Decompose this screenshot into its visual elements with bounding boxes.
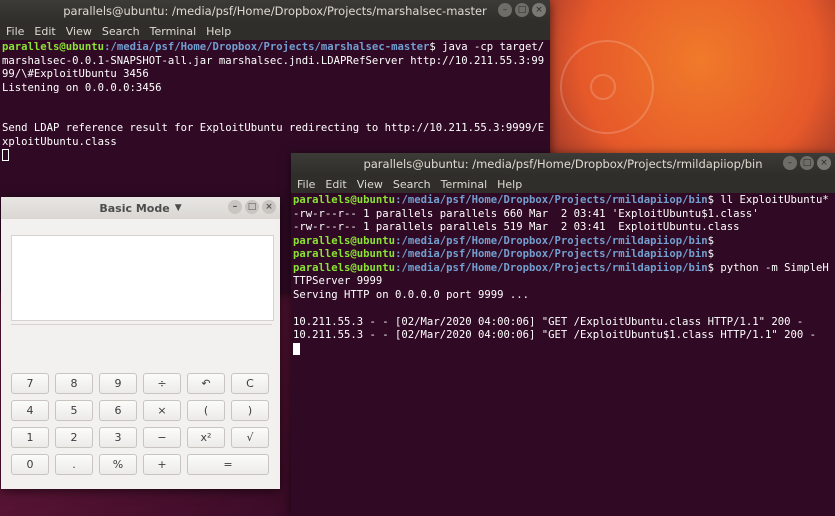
prompt-path: :/media/psf/Home/Dropbox/Projects/rmilda… [395, 234, 708, 247]
key-multiply[interactable]: × [143, 400, 181, 421]
menu-edit[interactable]: Edit [34, 25, 55, 38]
prompt-user: parallels@ubuntu [293, 248, 396, 260]
calculator-titlebar[interactable]: Basic Mode ▼ – □ × [1, 197, 280, 219]
terminal-cursor-line [293, 342, 833, 357]
terminal-blank: ​ [2, 109, 548, 123]
prompt-user: parallels@ubuntu [2, 41, 105, 53]
key-0[interactable]: 0 [11, 454, 49, 475]
prompt-user: parallels@ubuntu [293, 194, 396, 206]
terminal-window-rmildapiiop[interactable]: parallels@ubuntu: /media/psf/Home/Dropbo… [291, 153, 835, 516]
menu-view[interactable]: View [357, 178, 383, 191]
minimize-icon[interactable]: – [783, 156, 797, 170]
terminal-line: parallels@ubuntu:/media/psf/Home/Dropbox… [293, 235, 833, 249]
menu-file[interactable]: File [6, 25, 24, 38]
prompt-path: :/media/psf/Home/Dropbox/Projects/rmilda… [395, 194, 708, 206]
prompt-path: :/media/psf/Home/Dropbox/Projects/marsha… [104, 41, 430, 53]
key-percent[interactable]: % [99, 454, 137, 475]
minimize-icon[interactable]: – [228, 200, 242, 214]
chevron-down-icon[interactable]: ▼ [175, 203, 182, 213]
key-divide[interactable]: ÷ [143, 373, 181, 394]
terminal-titlebar[interactable]: parallels@ubuntu: /media/psf/Home/Dropbo… [0, 0, 550, 22]
terminal-blank: ​ [293, 302, 833, 316]
key-7[interactable]: 7 [11, 373, 49, 394]
maximize-icon[interactable]: □ [515, 3, 529, 17]
menu-help[interactable]: Help [497, 178, 522, 191]
menu-help[interactable]: Help [206, 25, 231, 38]
text-cursor [293, 342, 300, 355]
prompt-user: parallels@ubuntu [293, 234, 396, 247]
key-add[interactable]: + [143, 454, 181, 475]
key-9[interactable]: 9 [99, 373, 137, 394]
key-6[interactable]: 6 [99, 400, 137, 421]
terminal-line: parallels@ubuntu:/media/psf/Home/Dropbox… [2, 41, 548, 82]
menu-search[interactable]: Search [393, 178, 431, 191]
calculator-keypad: 7 8 9 ÷ ↶ C 4 5 6 × ( ) 1 2 3 − x² √ 0 .… [11, 373, 273, 481]
terminal-titlebar[interactable]: parallels@ubuntu: /media/psf/Home/Dropbo… [291, 153, 835, 175]
terminal-output[interactable]: parallels@ubuntu:/media/psf/Home/Dropbox… [291, 193, 835, 357]
menu-file[interactable]: File [297, 178, 315, 191]
menu-terminal[interactable]: Terminal [441, 178, 488, 191]
command-text: $ [707, 234, 714, 247]
menu-search[interactable]: Search [102, 25, 140, 38]
divider [11, 324, 272, 325]
key-8[interactable]: 8 [55, 373, 93, 394]
calculator-display[interactable] [11, 235, 274, 321]
command-text: $ [707, 248, 714, 260]
command-text: $ ll ExploitUbuntu* [707, 194, 829, 206]
terminal-line: parallels@ubuntu:/media/psf/Home/Dropbox… [293, 194, 833, 208]
maximize-icon[interactable]: □ [245, 200, 259, 214]
prompt-path: :/media/psf/Home/Dropbox/Projects/rmilda… [395, 248, 708, 260]
ubuntu-logo-dot [590, 74, 616, 100]
key-undo[interactable]: ↶ [187, 373, 225, 394]
key-2[interactable]: 2 [55, 427, 93, 448]
terminal-line: 10.211.55.3 - - [02/Mar/2020 04:00:06] "… [293, 315, 804, 328]
text-cursor [2, 149, 9, 161]
window-title: parallels@ubuntu: /media/psf/Home/Dropbo… [363, 157, 763, 171]
terminal-line: Serving HTTP on 0.0.0.0 port 9999 ... [293, 288, 529, 301]
key-sqrt[interactable]: √ [231, 427, 269, 448]
menu-edit[interactable]: Edit [325, 178, 346, 191]
key-5[interactable]: 5 [55, 400, 93, 421]
key-1[interactable]: 1 [11, 427, 49, 448]
key-close-paren[interactable]: ) [231, 400, 269, 421]
terminal-line: parallels@ubuntu:/media/psf/Home/Dropbox… [293, 262, 833, 289]
key-decimal[interactable]: . [55, 454, 93, 475]
calculator-mode-title[interactable]: Basic Mode [99, 202, 169, 215]
window-title: parallels@ubuntu: /media/psf/Home/Dropbo… [63, 4, 487, 18]
calculator-window[interactable]: Basic Mode ▼ – □ × 7 8 9 ÷ ↶ C 4 5 6 × (… [1, 197, 280, 489]
terminal-blank: ​ [2, 95, 548, 109]
maximize-icon[interactable]: □ [800, 156, 814, 170]
key-square[interactable]: x² [187, 427, 225, 448]
key-open-paren[interactable]: ( [187, 400, 225, 421]
terminal-line: 10.211.55.3 - - [02/Mar/2020 04:00:06] "… [293, 329, 816, 341]
terminal-line: parallels@ubuntu:/media/psf/Home/Dropbox… [293, 248, 833, 262]
menu-terminal[interactable]: Terminal [150, 25, 197, 38]
minimize-icon[interactable]: – [498, 3, 512, 17]
menu-view[interactable]: View [66, 25, 92, 38]
prompt-path: :/media/psf/Home/Dropbox/Projects/rmilda… [395, 261, 708, 274]
menu-bar: File Edit View Search Terminal Help [291, 175, 835, 193]
close-icon[interactable]: × [532, 3, 546, 17]
terminal-line: Send LDAP reference result for ExploitUb… [2, 122, 545, 148]
prompt-user: parallels@ubuntu [293, 261, 396, 274]
terminal-output[interactable]: parallels@ubuntu:/media/psf/Home/Dropbox… [0, 40, 550, 164]
terminal-line: -rw-r--r-- 1 parallels parallels 519 Mar… [293, 221, 740, 233]
close-icon[interactable]: × [262, 200, 276, 214]
terminal-line: Listening on 0.0.0.0:3456 [2, 81, 162, 94]
terminal-line: -rw-r--r-- 1 parallels parallels 660 Mar… [293, 207, 759, 220]
close-icon[interactable]: × [817, 156, 831, 170]
key-clear[interactable]: C [231, 373, 269, 394]
key-subtract[interactable]: − [143, 427, 181, 448]
key-4[interactable]: 4 [11, 400, 49, 421]
key-3[interactable]: 3 [99, 427, 137, 448]
key-equals[interactable]: = [187, 454, 269, 475]
menu-bar: File Edit View Search Terminal Help [0, 22, 550, 40]
